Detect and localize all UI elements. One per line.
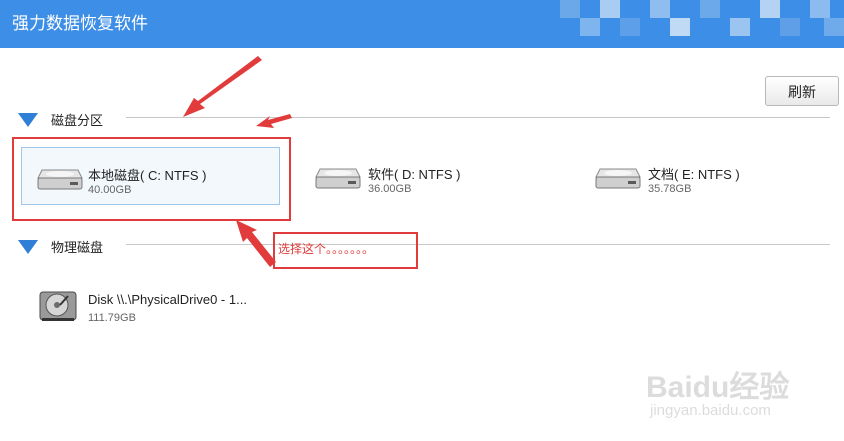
annotation-arrow-icon xyxy=(236,220,276,267)
baidu-watermark: Baidu经验 jingyan.baidu.com xyxy=(646,362,816,432)
watermark-url: jingyan.baidu.com xyxy=(650,402,771,419)
watermark-logo: Baidu经验 xyxy=(646,371,790,404)
annotation-arrow-icon xyxy=(183,56,262,117)
annotation-arrow-icon xyxy=(256,114,292,128)
